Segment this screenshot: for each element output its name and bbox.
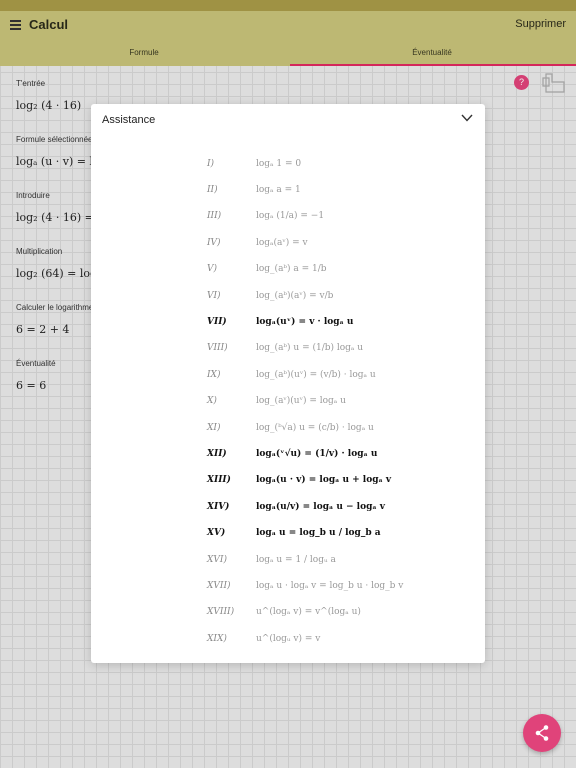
rule-number: X) — [207, 396, 217, 406]
share-icon — [535, 725, 549, 741]
rule-number: I) — [207, 159, 215, 169]
rule-number: VII) — [207, 317, 227, 327]
rule-number: XVI) — [207, 555, 227, 565]
rule-number: V) — [207, 264, 218, 274]
rule-formula: logₐ(u/v) = logₐ u − logₐ v — [256, 502, 385, 512]
chevron-down-icon[interactable] — [461, 114, 473, 122]
rule-formula: logₐ u · logₐ v = log_b u · log_b v — [256, 581, 404, 591]
rule-formula: logₐ a = 1 — [256, 185, 301, 195]
rule-formula: u^(logₐ v) = v^(logₐ u) — [256, 607, 361, 617]
rule-formula: logₐ u = log_b u / log_b a — [256, 528, 381, 538]
share-button[interactable] — [523, 714, 561, 752]
rule-formula: log_(aᵇ) u = (1/b) logₐ u — [256, 343, 364, 353]
rule-number: IV) — [207, 238, 221, 248]
assistance-dialog: Assistance I) logₐ 1 = 0 II) logₐ a = 1 II… — [91, 104, 485, 663]
rule-number: XIX) — [207, 634, 227, 644]
rule-formula: logₐ(aᵛ) = v — [256, 238, 308, 248]
dialog-title: Assistance — [102, 114, 156, 126]
rule-formula: logₐ(uᵛ) = v · logₐ u — [256, 317, 354, 327]
rule-formula: log_(aᵛ)(uᵛ) = logₐ u — [256, 396, 346, 406]
rule-number: VI) — [207, 291, 221, 301]
rule-formula: logₐ 1 = 0 — [256, 159, 302, 169]
rule-formula: log_(aᵇ)(uᵛ) = (v/b) · logₐ u — [256, 370, 376, 380]
rule-number: VIII) — [207, 343, 228, 353]
rule-number: IX) — [207, 370, 221, 380]
rule-formula: log_(aᵇ) a = 1/b — [256, 264, 327, 274]
rule-formula: u^(logᵤ v) = v — [256, 634, 321, 644]
rule-formula: log_(ᵇ√a) u = (c/b) · logₐ u — [256, 423, 374, 433]
rule-number: XI) — [207, 423, 221, 433]
rule-number: XV) — [207, 528, 226, 538]
rule-number: XIV) — [207, 502, 230, 512]
rule-number: III) — [207, 211, 222, 221]
rule-formula: logₐ (1/a) = −1 — [256, 211, 325, 221]
rule-number: II) — [207, 185, 218, 195]
rule-formula: logₐ u = 1 / logᵤ a — [256, 555, 336, 565]
rule-formula: logₐ(ᵛ√u) = (1/v) · logₐ u — [256, 449, 378, 459]
rule-number: XII) — [207, 449, 227, 459]
rule-number: XVIII) — [207, 607, 235, 617]
rule-number: XVII) — [207, 581, 231, 591]
rule-number: XIII) — [207, 475, 231, 485]
rule-formula: log_(aᵇ)(aᵛ) = v/b — [256, 291, 334, 301]
rule-formula: logₐ(u · v) = logₐ u + logₐ v — [256, 475, 392, 485]
